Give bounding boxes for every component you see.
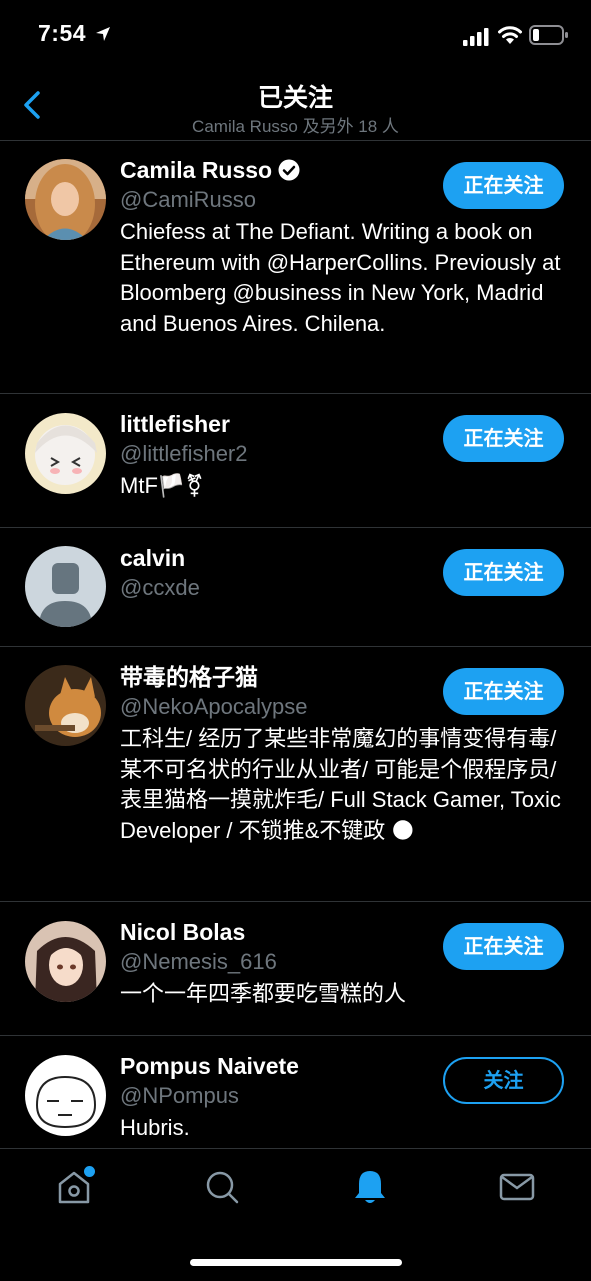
status-time: 7:54 — [38, 20, 87, 46]
user-name[interactable]: Nicol Bolas — [120, 917, 245, 947]
avatar[interactable] — [25, 159, 106, 240]
following-button[interactable]: 正在关注 — [443, 923, 564, 970]
user-row[interactable]: 带毒的格子猫 @NekoApocalypse 工科生/ 经历了某些非常魔幻的事情… — [0, 647, 591, 902]
user-name[interactable]: calvin — [120, 543, 185, 573]
user-name[interactable]: Pompus Naivete — [120, 1051, 299, 1081]
user-bio: Hubris. — [120, 1115, 190, 1140]
user-bio: Chiefess at The Defiant. Writing a book … — [120, 219, 561, 336]
following-button[interactable]: 正在关注 — [443, 668, 564, 715]
avatar[interactable] — [25, 665, 106, 746]
cellular-signal-icon — [463, 28, 489, 46]
follow-button[interactable]: 关注 — [443, 1057, 564, 1104]
avatar[interactable] — [25, 1055, 106, 1136]
header: 已关注 Camila Russo 及另外 18 人 — [0, 70, 591, 141]
user-bio: 一个一年四季都要吃雪糕的人 — [120, 981, 407, 1006]
avatar[interactable] — [25, 413, 106, 494]
messages-icon[interactable] — [497, 1167, 537, 1207]
following-button[interactable]: 正在关注 — [443, 415, 564, 462]
user-row[interactable]: Camila Russo @CamiRusso Chiefess at The … — [0, 141, 591, 394]
user-row[interactable]: littlefisher @littlefisher2 MtF🏳️⚧ 正在关注 — [0, 394, 591, 528]
user-row[interactable]: calvin @ccxde 正在关注 — [0, 528, 591, 647]
user-name[interactable]: Camila Russo — [120, 155, 272, 185]
user-name[interactable]: littlefisher — [120, 409, 230, 439]
avatar[interactable] — [25, 546, 106, 627]
battery-icon — [529, 25, 568, 45]
location-arrow-icon — [96, 27, 110, 41]
user-row[interactable]: Nicol Bolas @Nemesis_616 一个一年四季都要吃雪糕的人 正… — [0, 902, 591, 1036]
wifi-icon — [498, 26, 522, 44]
page-subtitle: Camila Russo 及另外 18 人 — [192, 117, 399, 136]
home-indicator — [190, 1259, 402, 1266]
following-button[interactable]: 正在关注 — [443, 549, 564, 596]
user-row[interactable]: Pompus Naivete @NPompus Hubris. 关注 — [0, 1036, 591, 1156]
following-button[interactable]: 正在关注 — [443, 162, 564, 209]
following-list: Camila Russo @CamiRusso Chiefess at The … — [0, 141, 591, 1156]
notifications-icon[interactable] — [350, 1167, 390, 1207]
user-bio: 工科生/ 经历了某些非常魔幻的事情变得有毒/ 某不可名状的行业从业者/ 可能是个… — [120, 726, 561, 843]
user-bio: MtF🏳️⚧ — [120, 473, 204, 498]
page-title: 已关注 — [257, 84, 333, 112]
user-name[interactable]: 带毒的格子猫 — [120, 662, 258, 692]
search-icon[interactable] — [202, 1167, 242, 1207]
avatar[interactable] — [25, 921, 106, 1002]
verified-badge-icon — [278, 159, 300, 181]
unread-dot — [82, 1164, 97, 1179]
status-bar: 7:54 — [0, 0, 591, 70]
